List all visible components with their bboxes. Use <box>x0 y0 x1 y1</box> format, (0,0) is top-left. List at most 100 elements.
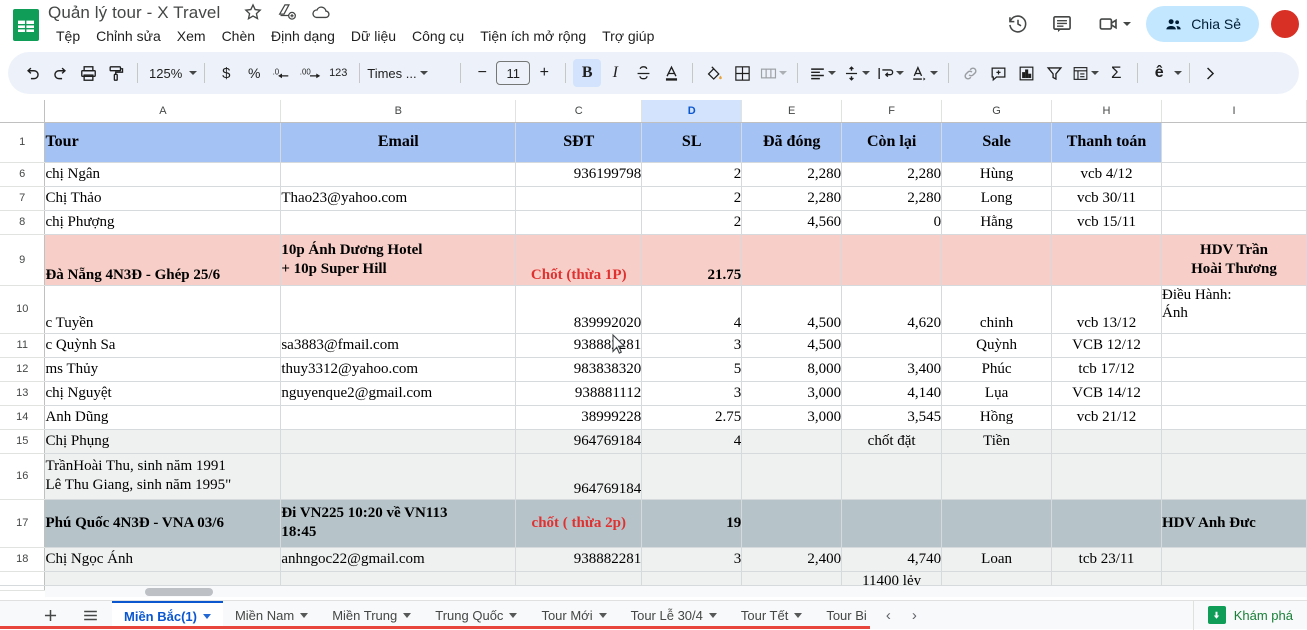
menu-item-tools[interactable]: Công cụ <box>404 24 472 48</box>
sheets-logo-icon[interactable] <box>8 4 44 46</box>
grid-cell[interactable]: tcb 23/11 <box>1052 547 1162 571</box>
insert-comment-icon[interactable] <box>984 59 1012 87</box>
currency-format-button[interactable]: $ <box>212 59 240 87</box>
column-header-e[interactable]: E <box>742 100 842 122</box>
table-row[interactable]: 7Chị ThảoThao23@yahoo.com22,2802,280Long… <box>0 186 1307 210</box>
grid-cell[interactable] <box>1162 210 1307 234</box>
prev-sheet-button[interactable]: ‹ <box>876 603 900 627</box>
strikethrough-icon[interactable] <box>629 59 657 87</box>
grid-cell[interactable] <box>1162 381 1307 405</box>
grid-cell[interactable]: 4,500 <box>742 285 842 333</box>
grid-cell[interactable] <box>1162 333 1307 357</box>
grid-cell[interactable]: Tour <box>45 122 281 162</box>
grid-cell[interactable]: Chốt (thừa 1P) <box>516 234 642 285</box>
grid-cell[interactable]: 839992020 <box>516 285 642 333</box>
grid-cell[interactable]: nguyenque2@gmail.com <box>281 381 516 405</box>
grid-cell[interactable]: Phúc <box>942 357 1052 381</box>
grid-cell[interactable]: 4,140 <box>842 381 942 405</box>
grid-cell[interactable]: vcb 30/11 <box>1052 186 1162 210</box>
grid-cell[interactable]: c Tuyền <box>45 285 281 333</box>
comment-icon[interactable] <box>1042 4 1082 44</box>
row-header[interactable]: 14 <box>0 405 45 429</box>
percent-format-button[interactable]: % <box>240 59 268 87</box>
grid-cell[interactable]: chinh <box>942 285 1052 333</box>
grid-cell[interactable]: vcb 15/11 <box>1052 210 1162 234</box>
grid-cell[interactable] <box>1162 162 1307 186</box>
all-sheets-icon[interactable] <box>76 601 104 629</box>
row-header[interactable]: 10 <box>0 285 45 333</box>
print-icon[interactable] <box>74 59 102 87</box>
grid-cell[interactable]: Còn lại <box>842 122 942 162</box>
grid-cell[interactable]: chốt ( thừa 2p) <box>516 499 642 547</box>
grid-cell[interactable] <box>1162 429 1307 453</box>
row-header[interactable]: 11 <box>0 333 45 357</box>
grid-cell[interactable]: VCB 14/12 <box>1052 381 1162 405</box>
grid-cell[interactable]: 3,000 <box>742 405 842 429</box>
grid-cell[interactable]: Quỳnh <box>942 333 1052 357</box>
grid-cell[interactable]: 938882281 <box>516 333 642 357</box>
grid-cell[interactable]: 938881112 <box>516 381 642 405</box>
table-row[interactable]: 17Phú Quốc 4N3Đ - VNA 03/6Đi VN225 10:20… <box>0 499 1307 547</box>
grid-cell[interactable]: 38999228 <box>516 405 642 429</box>
row-header[interactable]: 13 <box>0 381 45 405</box>
insert-link-icon[interactable] <box>956 59 984 87</box>
table-row[interactable]: 9Đà Nẵng 4N3Đ - Ghép 25/610p Ánh Dương H… <box>0 234 1307 285</box>
spreadsheet-grid[interactable]: ABCDEFGHI1TourEmailSĐTSLĐã đóngCòn lạiSa… <box>0 100 1307 598</box>
column-header-b[interactable]: B <box>281 100 516 122</box>
input-tools-icon[interactable]: ê <box>1145 59 1173 87</box>
grid-cell[interactable]: Hằng <box>942 210 1052 234</box>
grid-cell[interactable]: 964769184 <box>516 429 642 453</box>
grid-cell[interactable]: 3 <box>642 333 742 357</box>
grid-cell[interactable] <box>516 186 642 210</box>
grid-cell[interactable] <box>1162 357 1307 381</box>
grid-cell[interactable] <box>1162 186 1307 210</box>
borders-icon[interactable] <box>728 59 756 87</box>
grid-cell[interactable]: Loan <box>942 547 1052 571</box>
grid-cell[interactable]: Tiền <box>942 429 1052 453</box>
grid-cell[interactable]: Đã đóng <box>742 122 842 162</box>
menu-item-format[interactable]: Định dạng <box>263 24 343 48</box>
grid-cell[interactable] <box>942 453 1052 499</box>
grid-cell[interactable]: 2 <box>642 210 742 234</box>
grid-cell[interactable] <box>742 453 842 499</box>
grid-cell[interactable]: vcb 21/12 <box>1052 405 1162 429</box>
grid-cell[interactable] <box>1162 453 1307 499</box>
avatar[interactable] <box>1269 8 1301 40</box>
grid-cell[interactable] <box>642 453 742 499</box>
grid-cell[interactable] <box>742 499 842 547</box>
sheet-table[interactable]: ABCDEFGHI1TourEmailSĐTSLĐã đóngCòn lạiSa… <box>0 100 1307 591</box>
menu-item-help[interactable]: Trợ giúp <box>594 24 662 48</box>
grid-cell[interactable] <box>1162 122 1307 162</box>
grid-cell[interactable]: chốt đặt <box>842 429 942 453</box>
zoom-control[interactable]: 125% <box>145 66 197 81</box>
column-header-h[interactable]: H <box>1052 100 1162 122</box>
grid-cell[interactable]: 936199798 <box>516 162 642 186</box>
grid-cell[interactable]: Long <box>942 186 1052 210</box>
grid-cell[interactable]: 3,400 <box>842 357 942 381</box>
grid-cell[interactable] <box>742 429 842 453</box>
grid-cell[interactable]: tcb 17/12 <box>1052 357 1162 381</box>
grid-cell[interactable]: VCB 12/12 <box>1052 333 1162 357</box>
grid-cell[interactable] <box>942 234 1052 285</box>
table-row[interactable]: 1TourEmailSĐTSLĐã đóngCòn lạiSaleThanh t… <box>0 122 1307 162</box>
grid-cell[interactable]: 4,560 <box>742 210 842 234</box>
grid-cell[interactable] <box>842 499 942 547</box>
grid-cell[interactable] <box>1052 234 1162 285</box>
grid-cell[interactable]: SL <box>642 122 742 162</box>
document-title[interactable]: Quản lý tour - X Travel <box>48 0 220 26</box>
grid-cell[interactable]: sa3883@fmail.com <box>281 333 516 357</box>
grid-cell[interactable]: 3 <box>642 547 742 571</box>
grid-cell[interactable]: thuy3312@yahoo.com <box>281 357 516 381</box>
grid-cell[interactable] <box>742 234 842 285</box>
table-row[interactable]: 6chị Ngân93619979822,2802,280Hùngvcb 4/1… <box>0 162 1307 186</box>
star-icon[interactable] <box>243 2 263 22</box>
number-format-button[interactable]: 123 <box>324 59 352 87</box>
font-size-input[interactable]: 11 <box>496 61 530 85</box>
grid-cell[interactable]: Đà Nẵng 4N3Đ - Ghép 25/6 <box>45 234 281 285</box>
grid-cell[interactable]: Anh Dũng <box>45 405 281 429</box>
increase-decimal-icon[interactable]: .00 <box>296 59 324 87</box>
grid-cell[interactable]: HDV Trần Hoài Thương <box>1162 234 1307 285</box>
grid-cell[interactable]: anhngoc22@gmail.com <box>281 547 516 571</box>
undo-icon[interactable] <box>18 59 46 87</box>
grid-cell[interactable]: chị Ngân <box>45 162 281 186</box>
